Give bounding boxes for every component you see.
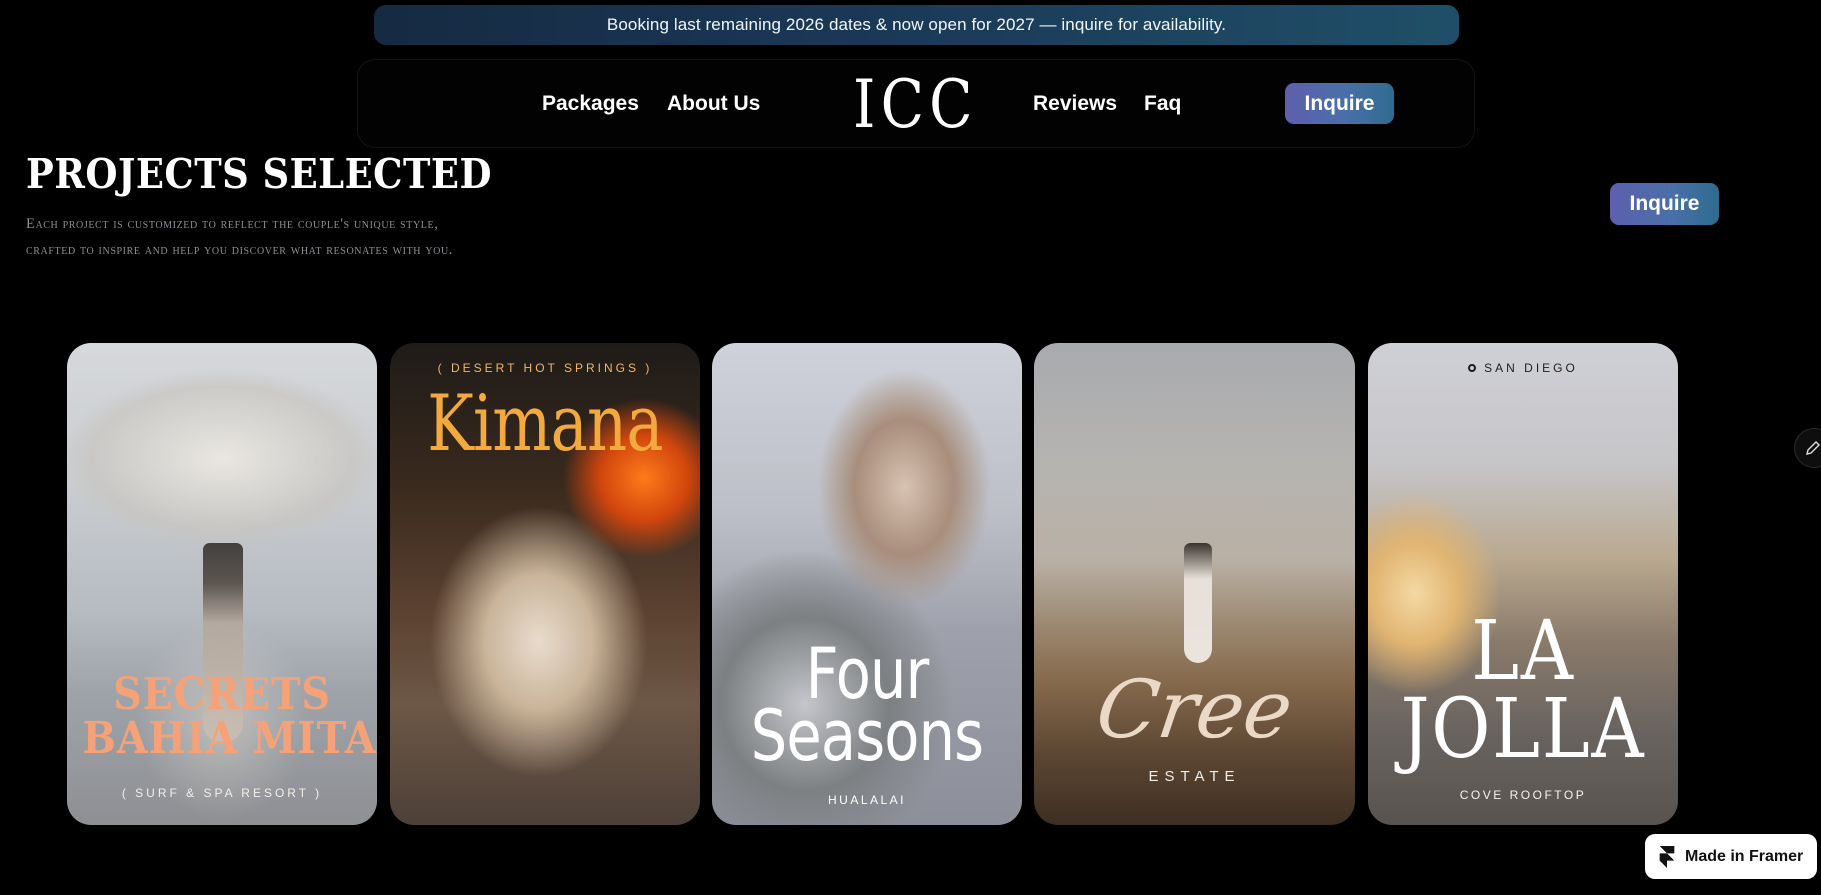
nav-link-packages[interactable]: Packages (542, 92, 639, 116)
announcement-banner: Booking last remaining 2026 dates & now … (374, 5, 1459, 45)
project-title-line-2: BAHIA MITA (82, 713, 377, 764)
project-title: LA JOLLA (1387, 604, 1660, 777)
map-pin-icon (1468, 364, 1477, 372)
page-subtitle-line-2: crafted to inspire and help you discover… (26, 242, 454, 258)
page-subtitle-line-1: Each project is customized to reflect th… (26, 216, 439, 232)
project-title: SECRETS BAHIA MITA (82, 669, 377, 764)
project-card-four-seasons[interactable]: Four Seasons HUALALAI (712, 343, 1022, 825)
project-title-line-1: LA (1471, 604, 1575, 699)
banner-text: Booking last remaining 2026 dates & now … (606, 15, 1227, 34)
project-title-line-2: Seasons (750, 695, 984, 777)
project-card-la-jolla[interactable]: SAN DIEGO LA JOLLA COVE ROOFTOP (1368, 343, 1678, 825)
made-in-framer-badge[interactable]: Made in Framer (1645, 834, 1817, 879)
nav-inquire-button[interactable]: Inquire (1285, 83, 1394, 124)
nav-link-about-us[interactable]: About Us (667, 92, 760, 116)
project-caption: ( SURF & SPA RESORT ) (121, 786, 323, 800)
brand-logo[interactable]: ICC (853, 70, 978, 140)
project-caption: COVE ROOFTOP (1459, 788, 1587, 802)
project-title-line-1: SECRETS (113, 669, 331, 720)
framer-badge-label: Made in Framer (1685, 847, 1804, 865)
project-caption: HUALALAI (827, 793, 907, 807)
project-location: ( DESERT HOT SPRINGS ) (437, 361, 653, 375)
nav-link-reviews[interactable]: Reviews (1033, 92, 1117, 116)
project-card-secrets-bahia-mita[interactable]: SECRETS BAHIA MITA ( SURF & SPA RESORT ) (67, 343, 377, 825)
edit-button[interactable] (1794, 428, 1821, 468)
project-title: Four Seasons (740, 639, 994, 777)
project-card-kimana[interactable]: ( DESERT HOT SPRINGS ) Kimana (390, 343, 700, 825)
nav-link-faq[interactable]: Faq (1144, 92, 1181, 116)
framer-logo-icon (1659, 845, 1675, 868)
page-title: PROJECTS SELECTED (26, 150, 492, 198)
project-title: Cree (1090, 663, 1299, 756)
project-title-line-2: JOLLA (1400, 682, 1646, 777)
project-card-cree-estate[interactable]: Cree ESTATE (1034, 343, 1355, 825)
card-photo-subject (1184, 543, 1212, 663)
pencil-icon (1806, 441, 1820, 455)
project-location: SAN DIEGO (1368, 361, 1678, 375)
project-location-text: SAN DIEGO (1484, 361, 1578, 375)
project-title: Kimana (427, 379, 663, 469)
project-caption: ESTATE (1148, 768, 1241, 785)
hero-inquire-button[interactable]: Inquire (1610, 183, 1719, 225)
